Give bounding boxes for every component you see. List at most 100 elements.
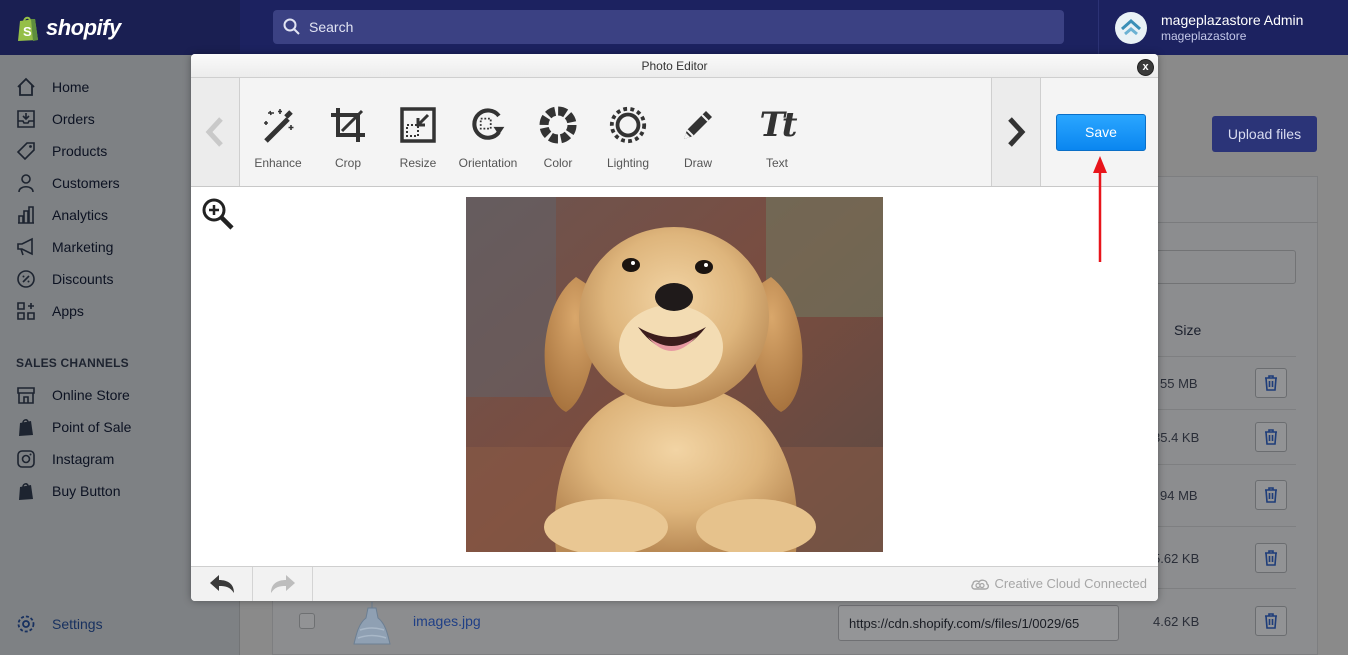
sidebar-item-apps[interactable]: Apps — [16, 299, 84, 323]
tool-text[interactable]: Tt Text — [742, 78, 812, 186]
tool-resize[interactable]: Resize — [383, 78, 453, 186]
tool-draw[interactable]: Draw — [663, 78, 733, 186]
brand-logo[interactable]: S shopify — [0, 0, 240, 55]
pencil-icon — [678, 103, 718, 147]
sidebar-item-customers[interactable]: Customers — [16, 171, 120, 195]
tool-enhance[interactable]: Enhance — [243, 78, 313, 186]
file-name-link[interactable]: images.jpg — [413, 613, 481, 629]
tool-color[interactable]: Color — [523, 78, 593, 186]
creative-cloud-label: Creative Cloud Connected — [994, 576, 1147, 591]
home-icon — [16, 77, 36, 97]
avatar — [1115, 11, 1147, 44]
person-icon — [16, 173, 36, 193]
file-size: 35.4 KB — [1153, 430, 1200, 445]
chevron-right-icon — [1008, 117, 1026, 147]
bar-chart-icon — [16, 205, 36, 225]
shopify-bag-icon: S — [18, 16, 38, 41]
svg-text:S: S — [23, 24, 32, 39]
file-size: 5.62 KB — [1153, 551, 1200, 566]
megaphone-icon — [16, 237, 36, 257]
sidebar-item-label: Instagram — [52, 451, 115, 467]
image-canvas[interactable] — [191, 187, 1158, 566]
next-tools-button[interactable] — [991, 78, 1041, 186]
tool-lighting[interactable]: Lighting — [593, 78, 663, 186]
divider — [1158, 588, 1296, 589]
trash-icon — [1265, 487, 1277, 503]
search-input[interactable]: Search — [273, 10, 1064, 44]
sidebar-item-analytics[interactable]: Analytics — [16, 203, 108, 227]
size-column-header: Size — [1174, 322, 1202, 338]
file-size: 55 MB — [1160, 376, 1198, 391]
tag-icon — [16, 141, 36, 161]
sidebar-item-label: Marketing — [52, 239, 114, 255]
delete-file-button[interactable] — [1255, 606, 1287, 636]
upload-files-button[interactable]: Upload files — [1212, 116, 1317, 152]
filter-files-input[interactable] — [1140, 250, 1296, 284]
delete-file-button[interactable] — [1255, 480, 1287, 510]
tool-orientation[interactable]: Orientation — [453, 78, 523, 186]
tool-label: Text — [765, 156, 788, 170]
tool-label: Enhance — [254, 156, 302, 170]
editor-footer: Creative Cloud Connected — [191, 566, 1158, 601]
save-button[interactable]: Save — [1056, 114, 1146, 151]
sidebar-item-settings[interactable]: Settings — [16, 612, 103, 636]
file-size: 4.62 KB — [1153, 614, 1200, 629]
tool-label: Resize — [399, 156, 437, 170]
account-menu[interactable]: mageplazastore Admin mageplazastore — [1098, 0, 1348, 55]
creative-cloud-status: Creative Cloud Connected — [970, 576, 1147, 591]
sidebar-item-label: Apps — [52, 303, 84, 319]
previous-tools-button[interactable] — [191, 78, 240, 186]
file-size: 94 MB — [1160, 488, 1198, 503]
shopify-bag-icon — [16, 481, 36, 501]
zoom-in-icon[interactable] — [201, 197, 235, 231]
trash-icon — [1265, 613, 1277, 629]
delete-file-button[interactable] — [1255, 422, 1287, 452]
sidebar-item-label: Settings — [52, 616, 103, 632]
puppy-photo — [466, 197, 883, 552]
shopify-bag-icon — [16, 417, 36, 437]
sidebar-item-home[interactable]: Home — [16, 75, 89, 99]
sidebar-item-point-of-sale[interactable]: Point of Sale — [16, 415, 131, 439]
trash-icon — [1265, 429, 1277, 445]
sidebar-item-products[interactable]: Products — [16, 139, 107, 163]
delete-file-button[interactable] — [1255, 543, 1287, 573]
tool-label: Orientation — [458, 156, 518, 170]
sidebar-item-label: Products — [52, 143, 108, 159]
sidebar-item-online-store[interactable]: Online Store — [16, 383, 130, 407]
divider — [1158, 409, 1296, 410]
discount-icon — [16, 269, 36, 289]
close-button[interactable]: x — [1137, 59, 1154, 76]
photo-editor-dialog: Photo Editor x Enhance Crop Resize Orien… — [191, 54, 1158, 601]
sidebar-item-label: Discounts — [52, 271, 114, 287]
tool-crop[interactable]: Crop — [313, 78, 383, 186]
sidebar-item-discounts[interactable]: Discounts — [16, 267, 113, 291]
search-icon — [283, 18, 300, 35]
text-icon-glyph: Tt — [759, 105, 797, 145]
delete-file-button[interactable] — [1255, 368, 1287, 398]
sidebar-item-label: Online Store — [52, 387, 130, 403]
redo-button[interactable] — [253, 567, 313, 601]
undo-button[interactable] — [191, 567, 253, 601]
sidebar-item-label: Customers — [52, 175, 120, 191]
file-thumbnail[interactable] — [350, 600, 394, 646]
select-file-checkbox[interactable] — [299, 613, 315, 629]
crop-icon — [328, 103, 368, 147]
chevron-left-icon — [205, 117, 223, 147]
sidebar-item-label: Orders — [52, 111, 95, 127]
tool-label: Lighting — [606, 156, 650, 170]
file-url-field[interactable]: https://cdn.shopify.com/s/files/1/0029/6… — [838, 605, 1119, 641]
divider — [1158, 222, 1318, 223]
store-icon — [16, 385, 36, 405]
sidebar-item-label: Home — [52, 79, 90, 95]
trash-icon — [1265, 550, 1277, 566]
resize-icon — [398, 103, 438, 147]
sidebar-item-label: Buy Button — [52, 483, 121, 499]
divider — [1158, 526, 1296, 527]
sidebar-item-buy-button[interactable]: Buy Button — [16, 479, 121, 503]
tool-label: Color — [543, 156, 573, 170]
sidebar-item-instagram[interactable]: Instagram — [16, 447, 114, 471]
instagram-icon — [16, 449, 36, 469]
sidebar-item-orders[interactable]: Orders — [16, 107, 95, 131]
sidebar-item-marketing[interactable]: Marketing — [16, 235, 113, 259]
sales-channels-heading: SALES CHANNELS — [16, 356, 129, 370]
